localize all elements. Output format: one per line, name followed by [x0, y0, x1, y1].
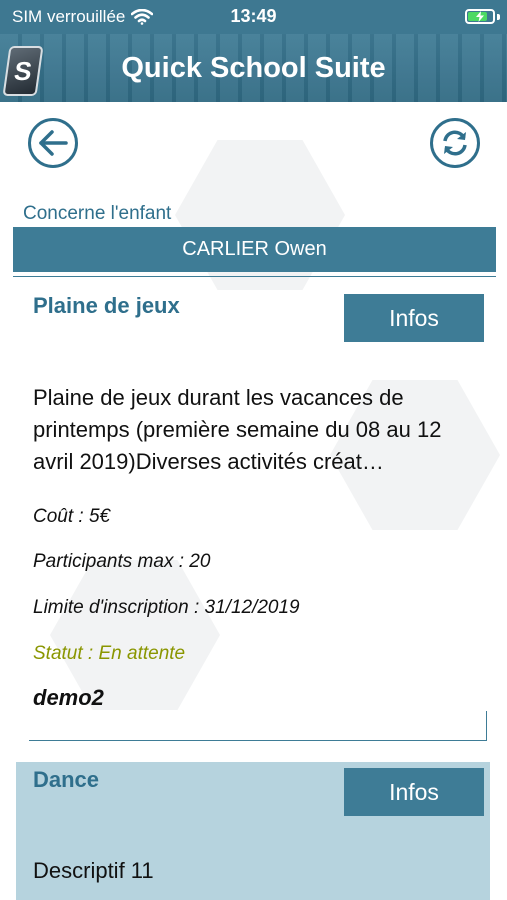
- child-bar-underline: [13, 276, 496, 277]
- card-divider-end: [486, 711, 487, 741]
- activity-card-selected[interactable]: Dance Infos Descriptif 11: [16, 762, 490, 900]
- activity-author: demo2: [33, 685, 104, 710]
- refresh-icon: [443, 130, 467, 156]
- battery-cap: [497, 14, 500, 20]
- child-label: Concerne l'enfant: [23, 203, 172, 224]
- card-divider: [29, 740, 487, 741]
- infos-button[interactable]: Infos: [344, 768, 484, 816]
- back-button[interactable]: [28, 118, 78, 168]
- app-title: Quick School Suite: [121, 52, 386, 84]
- activity-description: Plaine de jeux durant les vacances de pr…: [33, 385, 442, 474]
- status-time: 13:49: [230, 6, 277, 26]
- app-header: S Quick School Suite: [0, 34, 507, 102]
- charging-bolt-icon: [476, 11, 484, 22]
- activity-status: Statut : En attente: [33, 643, 186, 664]
- refresh-button[interactable]: [430, 118, 480, 168]
- status-bar: SIM verrouillée 13:49: [0, 0, 507, 34]
- activity-title: Plaine de jeux: [33, 293, 180, 318]
- arrow-left-icon: [39, 130, 68, 156]
- child-selector[interactable]: CARLIER Owen: [13, 227, 496, 272]
- activity-cost: Coût : 5€: [33, 506, 111, 527]
- activity-description: Descriptif 11: [33, 858, 154, 883]
- activity-deadline: Limite d'inscription : 31/12/2019: [33, 597, 300, 618]
- activity-participants: Participants max : 20: [33, 551, 211, 572]
- activity-title: Dance: [33, 767, 100, 792]
- infos-button[interactable]: Infos: [344, 294, 484, 342]
- battery-icon: [465, 9, 495, 24]
